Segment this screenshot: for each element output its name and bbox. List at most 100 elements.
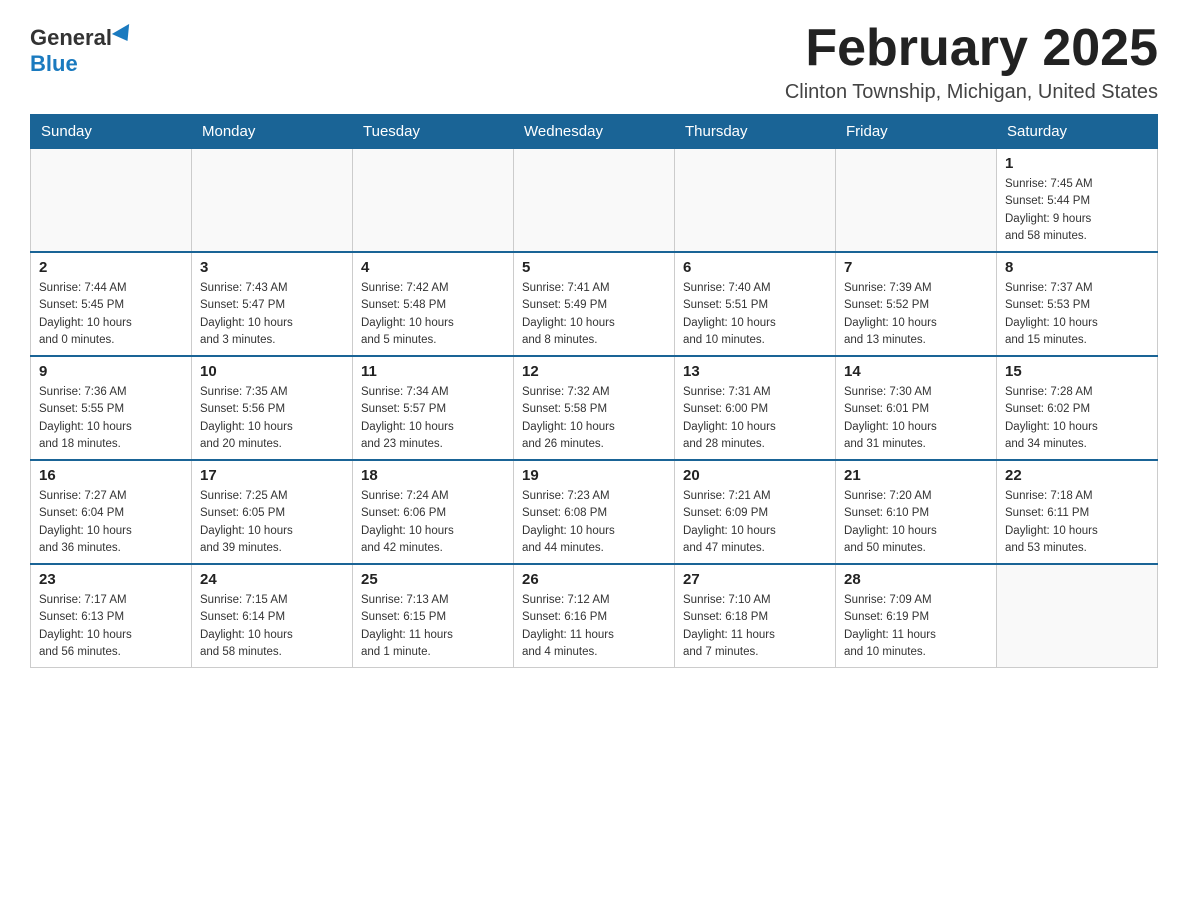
day-number: 23 <box>39 571 183 588</box>
day-number: 13 <box>683 363 827 380</box>
calendar-cell <box>353 149 514 253</box>
calendar-cell: 7 Sunrise: 7:39 AM Sunset: 5:52 PM Daylig… <box>836 252 997 356</box>
day-number: 11 <box>361 363 505 380</box>
day-info: Sunrise: 7:17 AM Sunset: 6:13 PM Dayligh… <box>39 592 183 661</box>
calendar-cell: 1 Sunrise: 7:45 AM Sunset: 5:44 PM Daylig… <box>997 149 1158 253</box>
day-number: 1 <box>1005 155 1149 172</box>
day-info: Sunrise: 7:42 AM Sunset: 5:48 PM Dayligh… <box>361 280 505 349</box>
day-number: 25 <box>361 571 505 588</box>
calendar-cell: 11 Sunrise: 7:34 AM Sunset: 5:57 PM Dayli… <box>353 356 514 460</box>
calendar-cell: 16 Sunrise: 7:27 AM Sunset: 6:04 PM Dayli… <box>31 460 192 564</box>
calendar-header-friday: Friday <box>836 115 997 149</box>
calendar-cell: 22 Sunrise: 7:18 AM Sunset: 6:11 PM Dayli… <box>997 460 1158 564</box>
calendar-cell: 6 Sunrise: 7:40 AM Sunset: 5:51 PM Daylig… <box>675 252 836 356</box>
calendar-week-row: 2 Sunrise: 7:44 AM Sunset: 5:45 PM Daylig… <box>31 252 1158 356</box>
day-number: 2 <box>39 259 183 276</box>
day-number: 22 <box>1005 467 1149 484</box>
calendar-header-thursday: Thursday <box>675 115 836 149</box>
calendar-header-tuesday: Tuesday <box>353 115 514 149</box>
day-number: 27 <box>683 571 827 588</box>
calendar-header-sunday: Sunday <box>31 115 192 149</box>
calendar-cell <box>514 149 675 253</box>
day-number: 15 <box>1005 363 1149 380</box>
day-number: 26 <box>522 571 666 588</box>
calendar-cell: 20 Sunrise: 7:21 AM Sunset: 6:09 PM Dayli… <box>675 460 836 564</box>
day-info: Sunrise: 7:31 AM Sunset: 6:00 PM Dayligh… <box>683 384 827 453</box>
calendar-cell: 8 Sunrise: 7:37 AM Sunset: 5:53 PM Daylig… <box>997 252 1158 356</box>
day-info: Sunrise: 7:45 AM Sunset: 5:44 PM Dayligh… <box>1005 176 1149 245</box>
day-info: Sunrise: 7:10 AM Sunset: 6:18 PM Dayligh… <box>683 592 827 661</box>
day-number: 28 <box>844 571 988 588</box>
location-title: Clinton Township, Michigan, United State… <box>785 81 1158 104</box>
logo-blue-text: Blue <box>30 51 78 77</box>
logo-arrow-icon <box>112 24 136 46</box>
day-info: Sunrise: 7:41 AM Sunset: 5:49 PM Dayligh… <box>522 280 666 349</box>
day-number: 3 <box>200 259 344 276</box>
calendar-cell: 19 Sunrise: 7:23 AM Sunset: 6:08 PM Dayli… <box>514 460 675 564</box>
calendar-table: SundayMondayTuesdayWednesdayThursdayFrid… <box>30 114 1158 668</box>
day-info: Sunrise: 7:18 AM Sunset: 6:11 PM Dayligh… <box>1005 488 1149 557</box>
day-info: Sunrise: 7:24 AM Sunset: 6:06 PM Dayligh… <box>361 488 505 557</box>
calendar-week-row: 9Sunrise: 7:36 AM Sunset: 5:55 PM Daylig… <box>31 356 1158 460</box>
day-info: Sunrise: 7:37 AM Sunset: 5:53 PM Dayligh… <box>1005 280 1149 349</box>
calendar-header-monday: Monday <box>192 115 353 149</box>
calendar-cell: 14 Sunrise: 7:30 AM Sunset: 6:01 PM Dayli… <box>836 356 997 460</box>
calendar-cell <box>836 149 997 253</box>
calendar-cell: 28Sunrise: 7:09 AM Sunset: 6:19 PM Dayli… <box>836 564 997 668</box>
day-info: Sunrise: 7:27 AM Sunset: 6:04 PM Dayligh… <box>39 488 183 557</box>
day-info: Sunrise: 7:39 AM Sunset: 5:52 PM Dayligh… <box>844 280 988 349</box>
day-number: 14 <box>844 363 988 380</box>
day-number: 12 <box>522 363 666 380</box>
day-number: 6 <box>683 259 827 276</box>
day-info: Sunrise: 7:35 AM Sunset: 5:56 PM Dayligh… <box>200 384 344 453</box>
calendar-header-saturday: Saturday <box>997 115 1158 149</box>
calendar-cell: 15 Sunrise: 7:28 AM Sunset: 6:02 PM Dayli… <box>997 356 1158 460</box>
day-info: Sunrise: 7:23 AM Sunset: 6:08 PM Dayligh… <box>522 488 666 557</box>
day-number: 10 <box>200 363 344 380</box>
calendar-cell: 3 Sunrise: 7:43 AM Sunset: 5:47 PM Daylig… <box>192 252 353 356</box>
calendar-cell <box>997 564 1158 668</box>
day-number: 8 <box>1005 259 1149 276</box>
page-header: General Blue February 2025 Clinton Towns… <box>30 20 1158 104</box>
calendar-cell: 2 Sunrise: 7:44 AM Sunset: 5:45 PM Daylig… <box>31 252 192 356</box>
calendar-header-row: SundayMondayTuesdayWednesdayThursdayFrid… <box>31 115 1158 149</box>
calendar-cell: 26 Sunrise: 7:12 AM Sunset: 6:16 PM Dayli… <box>514 564 675 668</box>
day-number: 19 <box>522 467 666 484</box>
calendar-cell: 23 Sunrise: 7:17 AM Sunset: 6:13 PM Dayli… <box>31 564 192 668</box>
day-info: Sunrise: 7:30 AM Sunset: 6:01 PM Dayligh… <box>844 384 988 453</box>
day-info: Sunrise: 7:12 AM Sunset: 6:16 PM Dayligh… <box>522 592 666 661</box>
title-block: February 2025 Clinton Township, Michigan… <box>785 20 1158 104</box>
logo: General Blue <box>30 20 134 77</box>
calendar-cell: 9Sunrise: 7:36 AM Sunset: 5:55 PM Daylig… <box>31 356 192 460</box>
calendar-cell <box>31 149 192 253</box>
calendar-cell: 21Sunrise: 7:20 AM Sunset: 6:10 PM Dayli… <box>836 460 997 564</box>
day-info: Sunrise: 7:40 AM Sunset: 5:51 PM Dayligh… <box>683 280 827 349</box>
day-number: 20 <box>683 467 827 484</box>
logo-general-text: General <box>30 25 112 51</box>
day-info: Sunrise: 7:43 AM Sunset: 5:47 PM Dayligh… <box>200 280 344 349</box>
day-info: Sunrise: 7:21 AM Sunset: 6:09 PM Dayligh… <box>683 488 827 557</box>
calendar-week-row: 16 Sunrise: 7:27 AM Sunset: 6:04 PM Dayli… <box>31 460 1158 564</box>
day-number: 5 <box>522 259 666 276</box>
day-number: 16 <box>39 467 183 484</box>
day-number: 17 <box>200 467 344 484</box>
calendar-week-row: 1 Sunrise: 7:45 AM Sunset: 5:44 PM Daylig… <box>31 149 1158 253</box>
calendar-cell: 10 Sunrise: 7:35 AM Sunset: 5:56 PM Dayli… <box>192 356 353 460</box>
calendar-cell: 25Sunrise: 7:13 AM Sunset: 6:15 PM Dayli… <box>353 564 514 668</box>
calendar-cell: 24Sunrise: 7:15 AM Sunset: 6:14 PM Dayli… <box>192 564 353 668</box>
day-info: Sunrise: 7:34 AM Sunset: 5:57 PM Dayligh… <box>361 384 505 453</box>
calendar-cell <box>675 149 836 253</box>
day-info: Sunrise: 7:28 AM Sunset: 6:02 PM Dayligh… <box>1005 384 1149 453</box>
day-info: Sunrise: 7:25 AM Sunset: 6:05 PM Dayligh… <box>200 488 344 557</box>
day-info: Sunrise: 7:15 AM Sunset: 6:14 PM Dayligh… <box>200 592 344 661</box>
calendar-cell: 4 Sunrise: 7:42 AM Sunset: 5:48 PM Daylig… <box>353 252 514 356</box>
calendar-header-wednesday: Wednesday <box>514 115 675 149</box>
day-number: 18 <box>361 467 505 484</box>
day-info: Sunrise: 7:44 AM Sunset: 5:45 PM Dayligh… <box>39 280 183 349</box>
calendar-cell: 17 Sunrise: 7:25 AM Sunset: 6:05 PM Dayli… <box>192 460 353 564</box>
calendar-cell: 12Sunrise: 7:32 AM Sunset: 5:58 PM Dayli… <box>514 356 675 460</box>
day-number: 4 <box>361 259 505 276</box>
calendar-cell: 13 Sunrise: 7:31 AM Sunset: 6:00 PM Dayli… <box>675 356 836 460</box>
day-number: 7 <box>844 259 988 276</box>
calendar-week-row: 23 Sunrise: 7:17 AM Sunset: 6:13 PM Dayli… <box>31 564 1158 668</box>
